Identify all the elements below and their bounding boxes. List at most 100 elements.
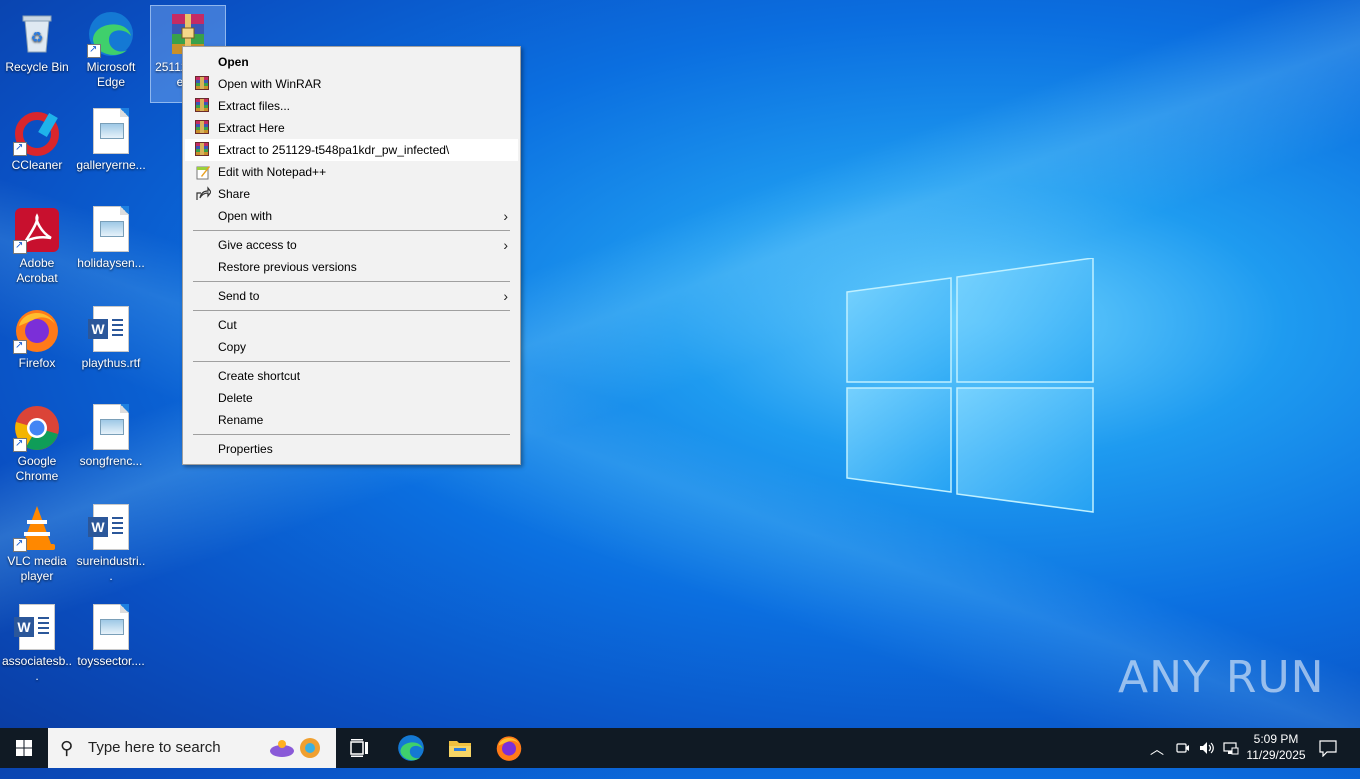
menu-item-label: Extract files... <box>218 99 291 113</box>
edge-icon <box>87 10 135 58</box>
menu-item-give-access-to[interactable]: Give access to › <box>185 234 518 256</box>
icon-label: Adobe Acrobat <box>16 256 58 285</box>
folder-icon <box>449 741 471 757</box>
menu-item-open-with-winrar[interactable]: Open with WinRAR <box>185 73 518 95</box>
volume-icon[interactable] <box>1198 740 1216 756</box>
menu-item-share[interactable]: Share <box>185 183 518 205</box>
menu-item-send-to[interactable]: Send to › <box>185 285 518 307</box>
context-menu: Open Open with WinRAR Extract files... E… <box>182 46 521 465</box>
menu-item-label: Send to <box>218 289 260 303</box>
system-clock[interactable]: 5:09 PM 11/29/2025 <box>1236 731 1316 763</box>
taskbar-edge-button[interactable] <box>397 734 425 762</box>
taskbar-file-explorer-button[interactable] <box>446 734 474 762</box>
menu-item-cut[interactable]: Cut <box>185 314 518 336</box>
icon-label: holidaysen... <box>77 256 145 270</box>
notifications-icon[interactable] <box>1318 739 1338 757</box>
anyrun-watermark: ANY RUN <box>1118 652 1325 703</box>
image-file-icon <box>87 404 135 452</box>
menu-item-properties[interactable]: Properties <box>185 438 518 460</box>
desktop-icon-sureindustri[interactable]: W sureindustri... <box>74 500 148 584</box>
start-button[interactable] <box>0 728 48 768</box>
desktop-icon-vlc[interactable]: VLC media player <box>0 500 74 584</box>
show-hidden-icons-button[interactable]: ︿ <box>1150 739 1164 779</box>
firefox-icon <box>13 306 61 354</box>
taskbar: ⚲ Type here to search ︿ 5:09 PM 11/29/20… <box>0 728 1360 768</box>
menu-item-rename[interactable]: Rename <box>185 409 518 431</box>
image-file-icon <box>87 108 135 156</box>
taskbar-search-box[interactable]: ⚲ Type here to search <box>48 728 336 768</box>
task-view-icon <box>350 739 368 757</box>
menu-item-label: Extract to 251129-t548pa1kdr_pw_infected… <box>218 143 450 157</box>
word-document-icon: W <box>87 306 135 354</box>
desktop-icon-holidaysen[interactable]: holidaysen... <box>74 202 148 271</box>
desktop-icon-toyssector[interactable]: toyssector.... <box>74 600 148 669</box>
icon-label: galleryerne... <box>76 158 146 172</box>
menu-item-label: Open with <box>218 209 273 223</box>
chevron-right-icon: › <box>503 237 508 253</box>
menu-item-restore-previous-versions[interactable]: Restore previous versions <box>185 256 518 278</box>
menu-item-label: Create shortcut <box>218 369 301 383</box>
chevron-up-icon: ︿ <box>1150 741 1164 757</box>
search-icon: ⚲ <box>60 738 74 758</box>
task-view-button[interactable] <box>346 734 374 762</box>
clock-date: 11/29/2025 <box>1246 748 1306 762</box>
icon-label: Firefox <box>18 356 56 370</box>
menu-item-open[interactable]: Open <box>185 51 518 73</box>
desktop-icon-recycle-bin[interactable]: ♻ Recycle Bin <box>0 6 74 75</box>
menu-item-edit-with-notepadpp[interactable]: Edit with Notepad++ <box>185 161 518 183</box>
icon-label: playthus.rtf <box>81 356 141 370</box>
menu-item-label: Restore previous versions <box>218 260 357 274</box>
edge-icon <box>398 735 424 761</box>
menu-separator <box>193 310 510 311</box>
desktop-icon-ccleaner[interactable]: CCleaner <box>0 104 74 173</box>
desktop-icon-songfrenc[interactable]: songfrenc... <box>74 400 148 469</box>
icon-label: Microsoft Edge <box>86 60 136 89</box>
menu-separator <box>193 281 510 282</box>
desktop-icon-associatesb[interactable]: W associatesb... <box>0 600 74 684</box>
desktop-icon-microsoft-edge[interactable]: Microsoft Edge <box>74 6 148 90</box>
clock-time: 5:09 PM <box>1253 732 1299 746</box>
menu-separator <box>193 434 510 435</box>
image-file-icon <box>87 206 135 254</box>
recycle-bin-icon: ♻ <box>13 10 61 58</box>
winrar-icon <box>195 120 209 134</box>
image-file-icon <box>87 604 135 652</box>
desktop-icon-galleryerne[interactable]: galleryerne... <box>74 104 148 173</box>
icon-label: Google Chrome <box>15 454 59 483</box>
menu-item-delete[interactable]: Delete <box>185 387 518 409</box>
menu-item-label: Cut <box>218 318 237 332</box>
menu-item-copy[interactable]: Copy <box>185 336 518 358</box>
svg-text:♻: ♻ <box>31 29 44 45</box>
menu-item-create-shortcut[interactable]: Create shortcut <box>185 365 518 387</box>
search-placeholder: Type here to search <box>88 739 221 756</box>
desktop-icon-google-chrome[interactable]: Google Chrome <box>0 400 74 484</box>
desktop-icon-playthus-rtf[interactable]: W playthus.rtf <box>74 302 148 371</box>
chrome-icon <box>13 404 61 452</box>
menu-item-label: Open with WinRAR <box>218 77 322 91</box>
meet-now-icon[interactable] <box>1175 740 1191 756</box>
menu-item-extract-files[interactable]: Extract files... <box>185 95 518 117</box>
menu-item-label: Extract Here <box>218 121 285 135</box>
winrar-icon <box>195 98 209 112</box>
firefox-icon <box>496 736 522 761</box>
menu-item-label: Delete <box>218 391 253 405</box>
icon-label: CCleaner <box>11 158 63 172</box>
windows-logo-wallpaper <box>846 258 1094 513</box>
desktop-icon-adobe-acrobat[interactable]: Adobe Acrobat <box>0 202 74 286</box>
ccleaner-icon <box>13 108 61 156</box>
menu-item-extract-here[interactable]: Extract Here <box>185 117 518 139</box>
menu-item-extract-to-folder[interactable]: Extract to 251129-t548pa1kdr_pw_infected… <box>185 139 518 161</box>
menu-item-label: Edit with Notepad++ <box>218 165 327 179</box>
taskbar-firefox-button[interactable] <box>495 734 523 762</box>
adobe-acrobat-icon <box>13 206 61 254</box>
menu-item-label: Copy <box>218 340 247 354</box>
icon-label: sureindustri... <box>76 554 146 583</box>
menu-item-label: Give access to <box>218 238 297 252</box>
word-document-icon: W <box>13 604 61 652</box>
menu-item-open-with[interactable]: Open with › <box>185 205 518 227</box>
word-document-icon: W <box>87 504 135 552</box>
desktop-icon-firefox[interactable]: Firefox <box>0 302 74 371</box>
winrar-icon <box>195 142 209 156</box>
menu-item-label: Properties <box>218 442 273 456</box>
vlc-icon <box>13 504 61 552</box>
